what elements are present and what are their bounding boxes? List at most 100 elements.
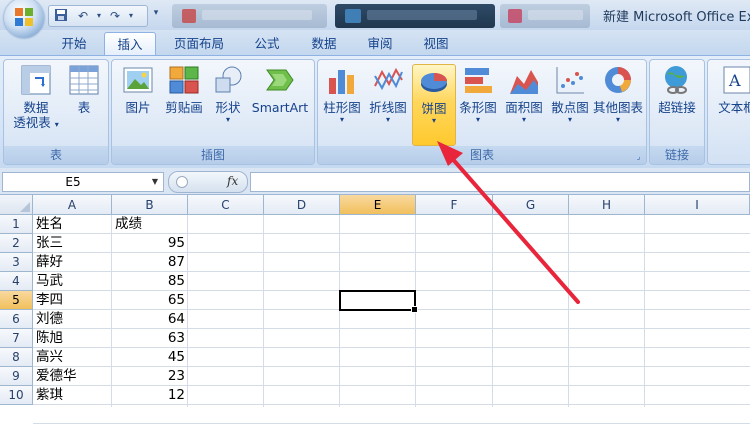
charts-dialog-launcher-icon[interactable]: ⌟	[634, 152, 643, 161]
undo-dropdown-icon[interactable]: ▾	[91, 8, 107, 24]
clipart-icon	[168, 64, 200, 96]
select-all-corner[interactable]	[0, 195, 33, 215]
worksheet-grid[interactable]: ABCDEFGHI 1 2 3 4 5 6 7 8 9 10 姓名 成绩 张三 95 薛好 87 马武 85 李四…	[0, 195, 750, 424]
taskbar-window-1[interactable]	[172, 4, 327, 28]
ribbon: 数据 透视表 ▾ 表 表 图片 剪贴画 形状 ▾ SmartArt 插图 柱形图…	[0, 55, 750, 169]
row-header-5[interactable]: 5	[0, 291, 33, 310]
window-icon	[182, 9, 196, 23]
smartart-label: SmartArt	[251, 100, 309, 115]
smartart-button[interactable]: SmartArt	[250, 64, 310, 115]
column-header-g[interactable]: G	[493, 195, 569, 215]
picture-button[interactable]: 图片	[116, 64, 160, 115]
undo-icon[interactable]: ↶	[75, 8, 91, 24]
column-header-e[interactable]: E	[340, 195, 416, 215]
cancel-icon[interactable]	[176, 176, 188, 188]
text-group: A 文本框	[707, 59, 750, 165]
column-header-a[interactable]: A	[33, 195, 112, 215]
grid-line	[263, 215, 264, 407]
cell-b9[interactable]: 23	[112, 367, 188, 386]
grid-line	[492, 215, 493, 407]
name-box-dropdown-icon[interactable]: ▼	[149, 173, 161, 191]
scatter-chart-button[interactable]: 散点图 ▾	[548, 64, 592, 125]
cell-a1[interactable]: 姓名	[33, 215, 112, 234]
cell-b2[interactable]: 95	[112, 234, 188, 253]
column-header-f[interactable]: F	[416, 195, 493, 215]
tab-insert[interactable]: 插入	[104, 32, 156, 56]
cell-a5[interactable]: 李四	[33, 291, 112, 310]
line-chart-label: 折线图	[369, 100, 407, 115]
fill-handle[interactable]	[411, 306, 418, 313]
hyperlink-button[interactable]: 超链接	[652, 64, 702, 115]
links-group-label: 链接	[650, 146, 704, 164]
area-chart-button[interactable]: 面积图 ▾	[502, 64, 546, 125]
name-box[interactable]: E5 ▼	[2, 172, 164, 192]
clipart-button[interactable]: 剪贴画	[162, 64, 206, 115]
save-icon[interactable]	[53, 8, 69, 24]
table-button[interactable]: 表	[64, 64, 104, 115]
formula-bar: E5 ▼ fx	[0, 168, 750, 195]
other-charts-button[interactable]: 其他图表 ▾	[592, 64, 644, 125]
redo-icon[interactable]: ↷	[107, 8, 123, 24]
insert-function-icon[interactable]: fx	[227, 174, 238, 188]
cell-a3[interactable]: 薛好	[33, 253, 112, 272]
hyperlink-label: 超链接	[658, 100, 696, 115]
grid-line	[644, 215, 645, 407]
customize-qat-icon[interactable]: ▾	[150, 8, 162, 20]
active-cell-e5[interactable]	[339, 290, 418, 313]
tab-review[interactable]: 审阅	[358, 32, 402, 55]
cell-a10[interactable]: 紫琪	[33, 386, 112, 405]
column-header-b[interactable]: B	[112, 195, 188, 215]
line-chart-button[interactable]: 折线图 ▾	[366, 64, 410, 125]
cell-b3[interactable]: 87	[112, 253, 188, 272]
row-header-10[interactable]: 10	[0, 386, 33, 405]
tab-view[interactable]: 视图	[414, 32, 458, 55]
column-header-h[interactable]: H	[569, 195, 645, 215]
bar-chart-label: 条形图	[459, 100, 497, 115]
redo-dropdown-icon[interactable]: ▾	[123, 8, 139, 24]
bar-chart-button[interactable]: 条形图 ▾	[456, 64, 500, 125]
textbox-label: 文本框	[718, 100, 750, 115]
textbox-icon: A	[721, 64, 750, 96]
tab-data[interactable]: 数据	[302, 32, 346, 55]
cell-a9[interactable]: 爱德华	[33, 367, 112, 386]
cell-b10[interactable]: 12	[112, 386, 188, 405]
links-group: 超链接 链接	[649, 59, 705, 165]
formula-input[interactable]	[250, 172, 750, 192]
row-header-2[interactable]: 2	[0, 234, 33, 253]
cell-a7[interactable]: 陈旭	[33, 329, 112, 348]
cell-b4[interactable]: 85	[112, 272, 188, 291]
row-header-4[interactable]: 4	[0, 272, 33, 291]
pivot-table-button[interactable]: 数据 透视表 ▾	[8, 64, 64, 132]
cell-a4[interactable]: 马武	[33, 272, 112, 291]
tab-home[interactable]: 开始	[52, 32, 96, 55]
cell-b5[interactable]: 65	[112, 291, 188, 310]
table-icon	[68, 64, 100, 96]
taskbar-window-2[interactable]	[335, 4, 495, 28]
pie-chart-button[interactable]: 饼图 ▾	[412, 64, 456, 146]
tab-page-layout[interactable]: 页面布局	[166, 32, 232, 55]
row-header-7[interactable]: 7	[0, 329, 33, 348]
cell-a6[interactable]: 刘德	[33, 310, 112, 329]
column-chart-button[interactable]: 柱形图 ▾	[320, 64, 364, 125]
column-chart-icon	[326, 64, 358, 96]
cell-b6[interactable]: 64	[112, 310, 188, 329]
row-header-6[interactable]: 6	[0, 310, 33, 329]
cell-b8[interactable]: 45	[112, 348, 188, 367]
other-charts-dropdown-icon: ▾	[615, 115, 620, 124]
column-header-i[interactable]: I	[645, 195, 750, 215]
row-header-1[interactable]: 1	[0, 215, 33, 234]
tab-formulas[interactable]: 公式	[245, 32, 289, 55]
column-header-d[interactable]: D	[264, 195, 340, 215]
row-header-3[interactable]: 3	[0, 253, 33, 272]
cell-a8[interactable]: 高兴	[33, 348, 112, 367]
cell-a2[interactable]: 张三	[33, 234, 112, 253]
row-header-9[interactable]: 9	[0, 367, 33, 386]
taskbar-window-3[interactable]	[500, 4, 590, 28]
textbox-button[interactable]: A 文本框	[710, 64, 750, 115]
cell-b7[interactable]: 63	[112, 329, 188, 348]
shapes-button[interactable]: 形状 ▾	[208, 64, 248, 125]
pivot-dropdown-icon: ▾	[54, 120, 59, 129]
cell-b1[interactable]: 成绩	[112, 215, 188, 234]
row-header-8[interactable]: 8	[0, 348, 33, 367]
column-header-c[interactable]: C	[188, 195, 264, 215]
